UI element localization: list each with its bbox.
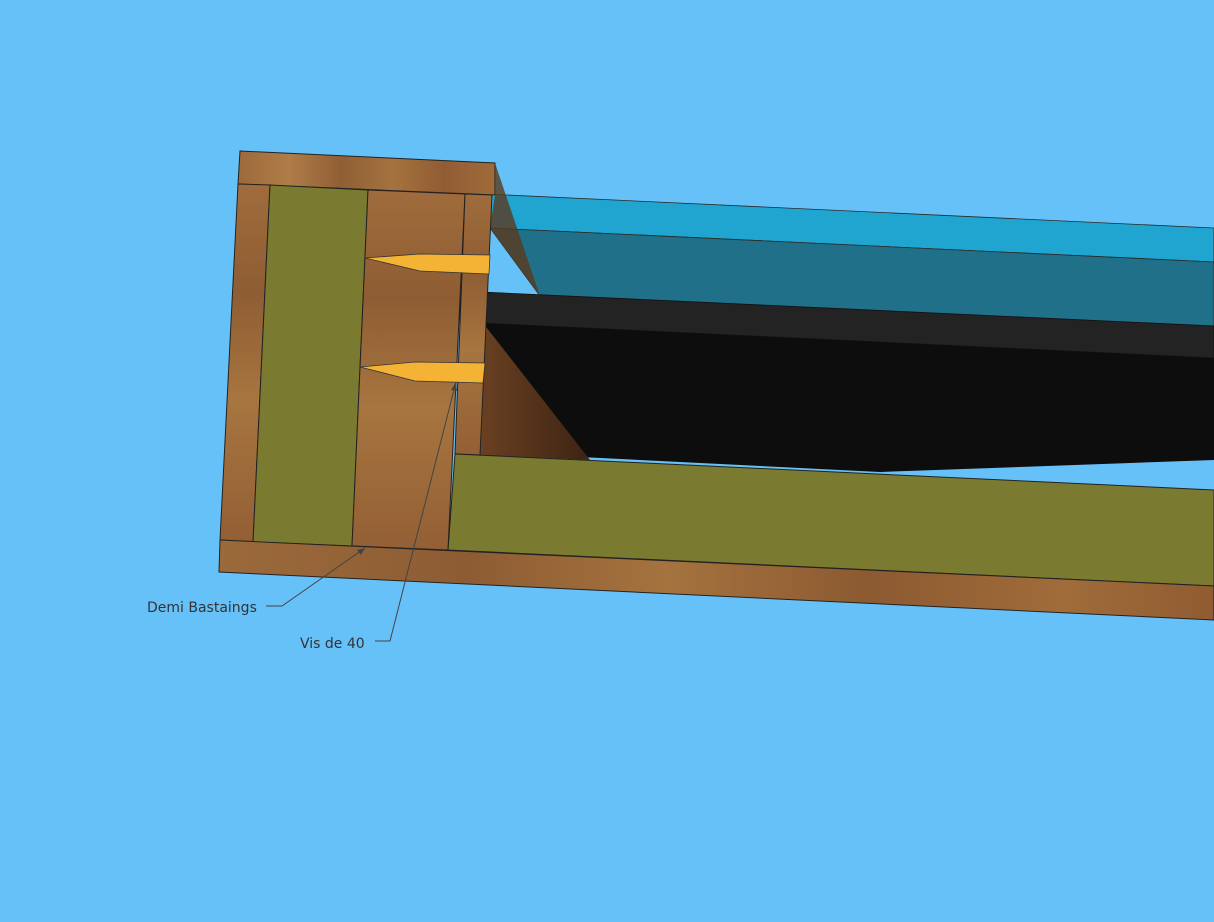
left-insulation <box>252 184 369 547</box>
cad-section-drawing: Demi Bastaings Vis de 40 <box>147 150 1214 652</box>
callout-label-vis-de-40: Vis de 40 <box>300 636 365 652</box>
callout-label-demi-bastaings: Demi Bastaings <box>147 600 257 616</box>
